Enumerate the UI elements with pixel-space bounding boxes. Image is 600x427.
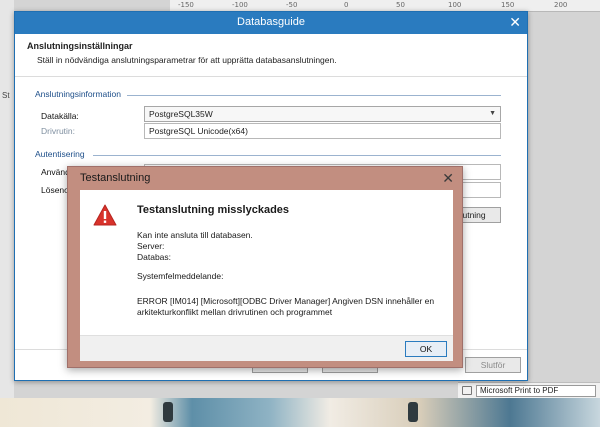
printer-icon <box>462 386 472 395</box>
divider <box>93 155 501 156</box>
printer-toolbar: Microsoft Print to PDF <box>458 382 600 398</box>
ruler-tick-label: 50 <box>396 1 405 9</box>
message-line: Systemfelmeddelande: <box>137 271 224 281</box>
message-line: arkitekturkonflikt mellan drivrutinen oc… <box>137 307 333 317</box>
background-figure <box>408 402 418 422</box>
message-line: ERROR [IM014] [Microsoft][ODBC Driver Ma… <box>137 296 435 306</box>
dialog-title: Testanslutning <box>80 172 151 184</box>
background-side-label: St <box>2 91 10 100</box>
message-line: Kan inte ansluta till databasen. <box>137 230 253 240</box>
datasource-label: Datakälla: <box>41 111 79 121</box>
background-left-panel <box>0 0 14 400</box>
ruler-tick-label: 150 <box>501 1 515 9</box>
wizard-close-icon[interactable]: ✕ <box>509 14 521 30</box>
printer-select[interactable]: Microsoft Print to PDF <box>476 385 596 397</box>
driver-field: PostgreSQL Unicode(x64) <box>144 123 501 139</box>
datasource-value: PostgreSQL35W <box>149 109 213 119</box>
wizard-header-title: Anslutningsinställningar <box>27 41 133 51</box>
auth-group-label: Autentisering <box>35 149 85 159</box>
wizard-header-subtitle: Ställ in nödvändiga anslutningsparametra… <box>37 55 337 65</box>
divider <box>127 95 501 96</box>
dropdown-arrow-icon: ▼ <box>489 110 496 117</box>
test-connection-dialog: Testanslutning ✕ Testanslutning misslyck… <box>67 166 463 368</box>
ruler-tick-label: -100 <box>232 1 248 9</box>
dialog-titlebar[interactable]: Testanslutning ✕ <box>68 167 462 189</box>
wizard-titlebar[interactable]: Databasguide ✕ <box>15 12 527 34</box>
dialog-close-icon[interactable]: ✕ <box>442 170 454 186</box>
datasource-dropdown[interactable]: PostgreSQL35W ▼ <box>144 106 501 122</box>
ruler-tick-label: 0 <box>344 1 349 9</box>
dialog-body: Testanslutning misslyckades Kan inte ans… <box>80 190 453 361</box>
ruler-tick-label: -150 <box>178 1 194 9</box>
error-heading: Testanslutning misslyckades <box>137 204 290 216</box>
background-figure <box>163 402 173 422</box>
wizard-title: Databasguide <box>237 16 305 28</box>
ok-button[interactable]: OK <box>405 341 447 357</box>
warning-icon <box>93 204 117 226</box>
message-line: Server: <box>137 241 165 251</box>
ruler-tick-label: -50 <box>286 1 298 9</box>
divider <box>15 76 527 77</box>
driver-label: Drivrutin: <box>41 126 76 136</box>
finish-button[interactable]: Slutför <box>465 357 521 373</box>
message-line: Databas: <box>137 252 172 262</box>
ruler-tick-label: 100 <box>448 1 462 9</box>
connection-group-label: Anslutningsinformation <box>35 89 121 99</box>
dialog-footer: OK <box>80 335 453 361</box>
ruler-tick-label: 200 <box>554 1 568 9</box>
background-image-strip <box>0 398 600 427</box>
